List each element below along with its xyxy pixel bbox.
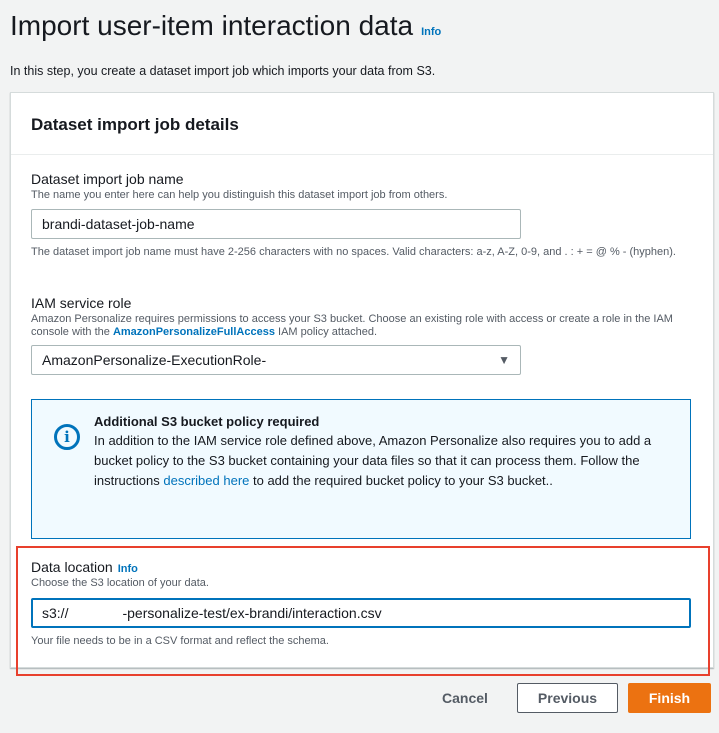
job-name-description: The name you enter here can help you dis…	[31, 189, 448, 201]
job-name-input[interactable]: brandi-dataset-job-name	[31, 209, 521, 239]
iam-role-selected-value: AmazonPersonalize-ExecutionRole-	[42, 352, 267, 368]
caret-down-icon: ▼	[498, 353, 510, 367]
bucket-policy-alert: i Additional S3 bucket policy required I…	[31, 399, 691, 539]
job-name-field: Dataset import job name The name you ent…	[31, 171, 701, 260]
previous-button[interactable]: Previous	[517, 683, 618, 713]
finish-button[interactable]: Finish	[628, 683, 711, 713]
page-info-link[interactable]: Info	[421, 26, 441, 38]
page-title-text: Import user-item interaction data	[10, 10, 414, 41]
cancel-button[interactable]: Cancel	[424, 683, 506, 713]
page-title: Import user-item interaction data Info	[10, 10, 441, 42]
page-description: In this step, you create a dataset impor…	[10, 64, 436, 78]
iam-role-select[interactable]: AmazonPersonalize-ExecutionRole- ▼	[31, 345, 521, 375]
alert-body: In addition to the IAM service role defi…	[94, 431, 670, 491]
iam-policy-link[interactable]: AmazonPersonalizeFullAccess	[113, 326, 275, 338]
highlight-box	[16, 546, 710, 676]
job-name-label: Dataset import job name	[31, 171, 184, 187]
alert-title: Additional S3 bucket policy required	[94, 414, 320, 429]
job-name-value: brandi-dataset-job-name	[42, 216, 195, 232]
iam-role-description: Amazon Personalize requires permissions …	[31, 313, 701, 339]
described-here-link[interactable]: described here	[163, 473, 249, 488]
iam-role-description-after: IAM policy attached.	[274, 326, 378, 338]
iam-role-field: IAM service role Amazon Personalize requ…	[31, 295, 701, 375]
info-circle-icon: i	[54, 424, 80, 450]
panel-header: Dataset import job details	[11, 93, 713, 155]
iam-role-label: IAM service role	[31, 295, 132, 311]
job-name-constraint: The dataset import job name must have 2-…	[31, 246, 676, 258]
alert-body-after: to add the required bucket policy to you…	[249, 473, 553, 488]
